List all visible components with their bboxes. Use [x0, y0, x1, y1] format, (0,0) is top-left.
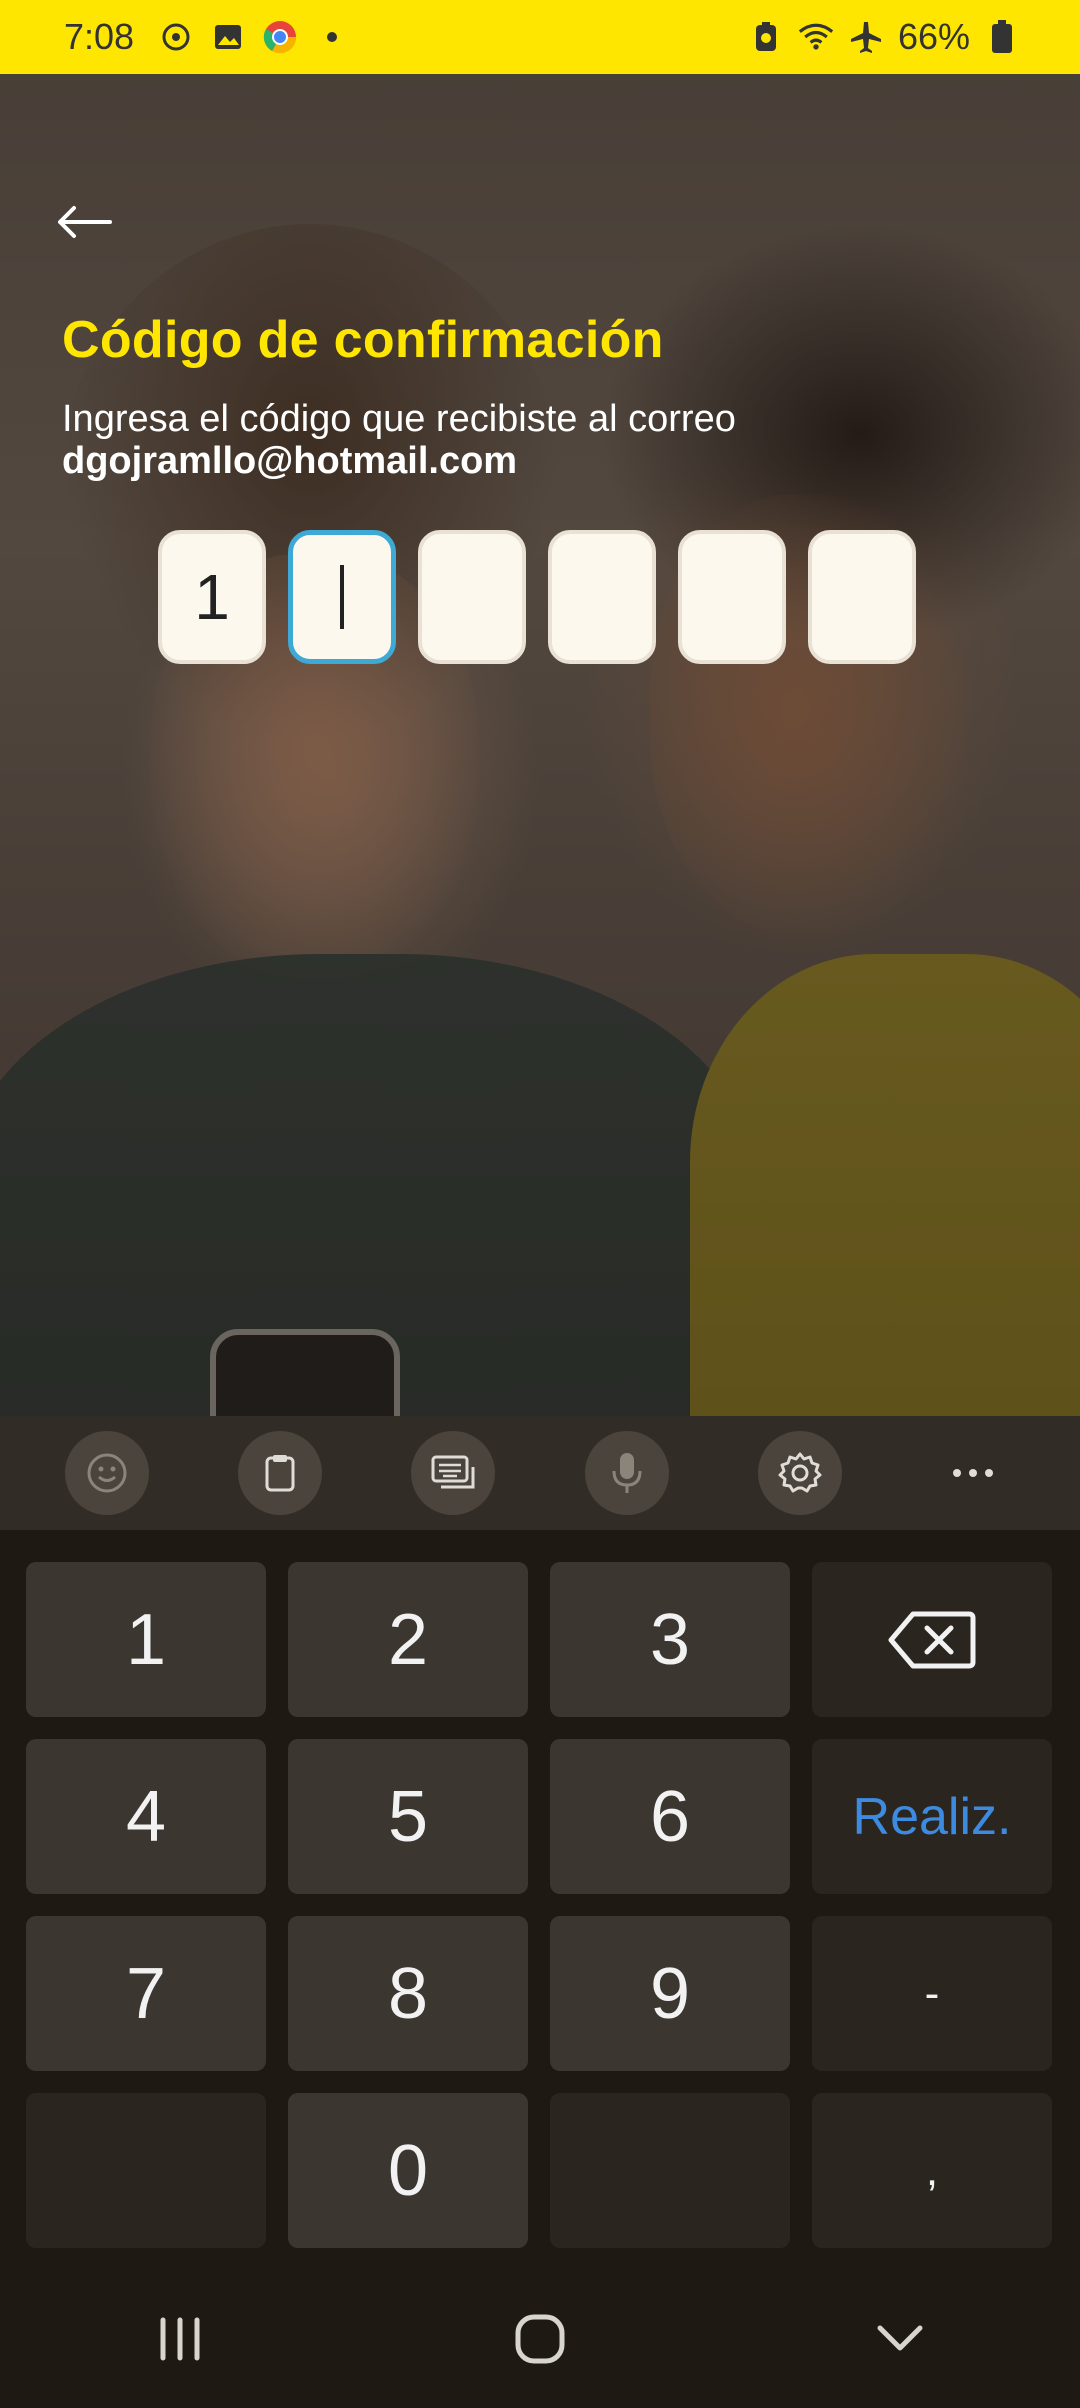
code-digit-4[interactable] [548, 530, 656, 664]
dot-icon [314, 19, 350, 55]
settings-icon [778, 1452, 822, 1493]
battery-saver-icon [748, 19, 784, 55]
code-input-row: 1 [158, 530, 916, 664]
key-3[interactable]: 3 [550, 1562, 790, 1717]
home-button[interactable] [480, 2294, 600, 2384]
key-9[interactable]: 9 [550, 1916, 790, 2071]
home-icon [515, 2314, 565, 2364]
gallery-icon [210, 19, 246, 55]
chevron-down-icon [877, 2325, 923, 2351]
voice-input-button[interactable] [584, 1431, 669, 1515]
recent-apps-icon [160, 2317, 200, 2361]
email-address: dgojramllo@hotmail.com [62, 440, 518, 482]
code-digit-6[interactable] [808, 530, 916, 664]
background-photo [0, 74, 1080, 1416]
keyboard-settings-button[interactable] [757, 1431, 842, 1515]
clipboard-button[interactable] [237, 1431, 322, 1515]
status-bar: 7:08 66% [0, 0, 1080, 74]
key-4[interactable]: 4 [26, 1739, 266, 1894]
key-grid: 1 2 3 4 5 6 Realiz. 7 8 9 - 0 , [26, 1562, 1052, 2248]
code-digit-5[interactable] [678, 530, 786, 664]
text-cursor [340, 565, 344, 629]
page-title: Código de confirmación [62, 311, 664, 369]
emoji-button[interactable] [64, 1431, 149, 1515]
key-0[interactable]: 0 [288, 2093, 528, 2248]
hide-keyboard-button[interactable] [840, 2294, 960, 2384]
status-time: 7:08 [64, 16, 135, 57]
done-key[interactable]: Realiz. [812, 1739, 1052, 1894]
microphone-icon [612, 1453, 642, 1493]
system-navigation-bar [0, 2270, 1080, 2408]
battery-icon [984, 19, 1020, 55]
key-8[interactable]: 8 [288, 1916, 528, 2071]
empty-key-left [26, 2093, 266, 2248]
chrome-icon [262, 19, 298, 55]
wifi-icon [798, 19, 834, 55]
key-2[interactable]: 2 [288, 1562, 528, 1717]
code-digit-3[interactable] [418, 530, 526, 664]
airplane-icon [848, 19, 884, 55]
keyboard-toolbar [0, 1416, 1080, 1530]
keyboard-mode-button[interactable] [411, 1431, 496, 1515]
empty-key-right [550, 2093, 790, 2248]
code-digit-2[interactable] [288, 530, 396, 664]
key-6[interactable]: 6 [550, 1739, 790, 1894]
arrow-left-icon [58, 206, 112, 238]
instruction-text: Ingresa el código que recibiste al corre… [62, 398, 736, 440]
key-5[interactable]: 5 [288, 1739, 528, 1894]
more-icon [953, 1469, 994, 1477]
key-1[interactable]: 1 [26, 1562, 266, 1717]
battery-percent: 66% [897, 16, 970, 57]
status-right: 66% [748, 16, 1020, 58]
status-left: 7:08 [64, 16, 748, 58]
hotspot-icon [158, 19, 194, 55]
keyboard-mode-icon [431, 1455, 475, 1489]
clipboard-icon [265, 1455, 295, 1492]
emoji-icon [87, 1453, 127, 1493]
dash-key[interactable]: - [812, 1916, 1052, 2071]
code-digit-1[interactable]: 1 [158, 530, 266, 664]
back-button[interactable] [52, 190, 116, 254]
numeric-keyboard: 1 2 3 4 5 6 Realiz. 7 8 9 - 0 , [0, 1530, 1080, 2270]
key-7[interactable]: 7 [26, 1916, 266, 2071]
recent-apps-button[interactable] [120, 2294, 240, 2384]
more-options-button[interactable] [931, 1431, 1015, 1515]
comma-key[interactable]: , [812, 2093, 1052, 2248]
backspace-icon [888, 1611, 976, 1668]
backspace-key[interactable] [812, 1562, 1052, 1717]
